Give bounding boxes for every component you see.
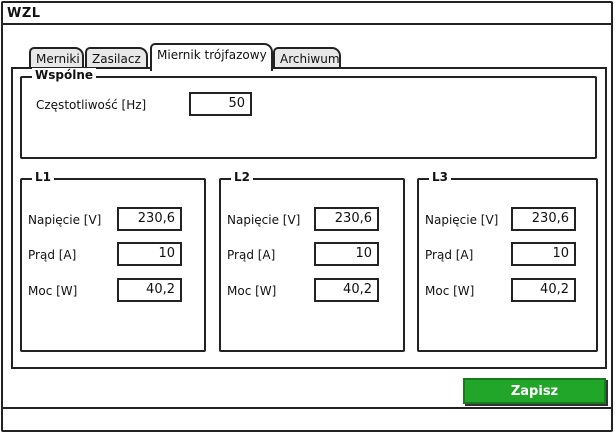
tab-panel: Wspólne Częstotliwość [Hz] 50 L1 Napięci… (11, 67, 607, 369)
power-label-l3: Moc [W] (425, 284, 475, 298)
power-label-l2: Moc [W] (227, 284, 277, 298)
voltage-label-l1: Napięcie [V] (28, 213, 102, 227)
voltage-label-l3: Napięcie [V] (425, 213, 499, 227)
frequency-label: Częstotliwość [Hz] (36, 98, 147, 112)
phase-l2-legend: L2 (231, 170, 253, 184)
voltage-label-l2: Napięcie [V] (227, 213, 301, 227)
save-button[interactable]: Zapisz (463, 378, 606, 404)
power-field-l2[interactable]: 40,2 (314, 278, 379, 302)
voltage-field-l2[interactable]: 230,6 (314, 207, 379, 231)
phase-l1-legend: L1 (32, 170, 54, 184)
common-group: Wspólne Częstotliwość [Hz] 50 (20, 68, 597, 159)
current-label-l1: Prąd [A] (28, 248, 77, 262)
phase-l2-group: L2 Napięcie [V] 230,6 Prąd [A] 10 Moc [W… (219, 170, 405, 352)
frequency-field[interactable]: 50 (189, 92, 252, 116)
voltage-field-l3[interactable]: 230,6 (511, 207, 576, 231)
status-bar-divider (3, 407, 611, 409)
window-title: WZL (7, 6, 41, 21)
tab-miernik-trojfazowy[interactable]: Miernik trójfazowy (150, 43, 273, 71)
current-field-l1[interactable]: 10 (117, 242, 182, 266)
voltage-field-l1[interactable]: 230,6 (117, 207, 182, 231)
power-field-l3[interactable]: 40,2 (511, 278, 576, 302)
app-window: WZL Merniki Zasilacz Miernik trójfazowy … (1, 1, 613, 432)
phase-l3-group: L3 Napięcie [V] 230,6 Prąd [A] 10 Moc [W… (417, 170, 598, 352)
current-field-l3[interactable]: 10 (511, 242, 576, 266)
phase-l3-legend: L3 (429, 170, 451, 184)
phase-l1-group: L1 Napięcie [V] 230,6 Prąd [A] 10 Moc [W… (20, 170, 206, 352)
common-legend: Wspólne (32, 68, 97, 82)
power-label-l1: Moc [W] (28, 284, 78, 298)
title-bar: WZL (3, 3, 611, 25)
current-field-l2[interactable]: 10 (314, 242, 379, 266)
current-label-l3: Prąd [A] (425, 248, 474, 262)
power-field-l1[interactable]: 40,2 (117, 278, 182, 302)
current-label-l2: Prąd [A] (227, 248, 276, 262)
